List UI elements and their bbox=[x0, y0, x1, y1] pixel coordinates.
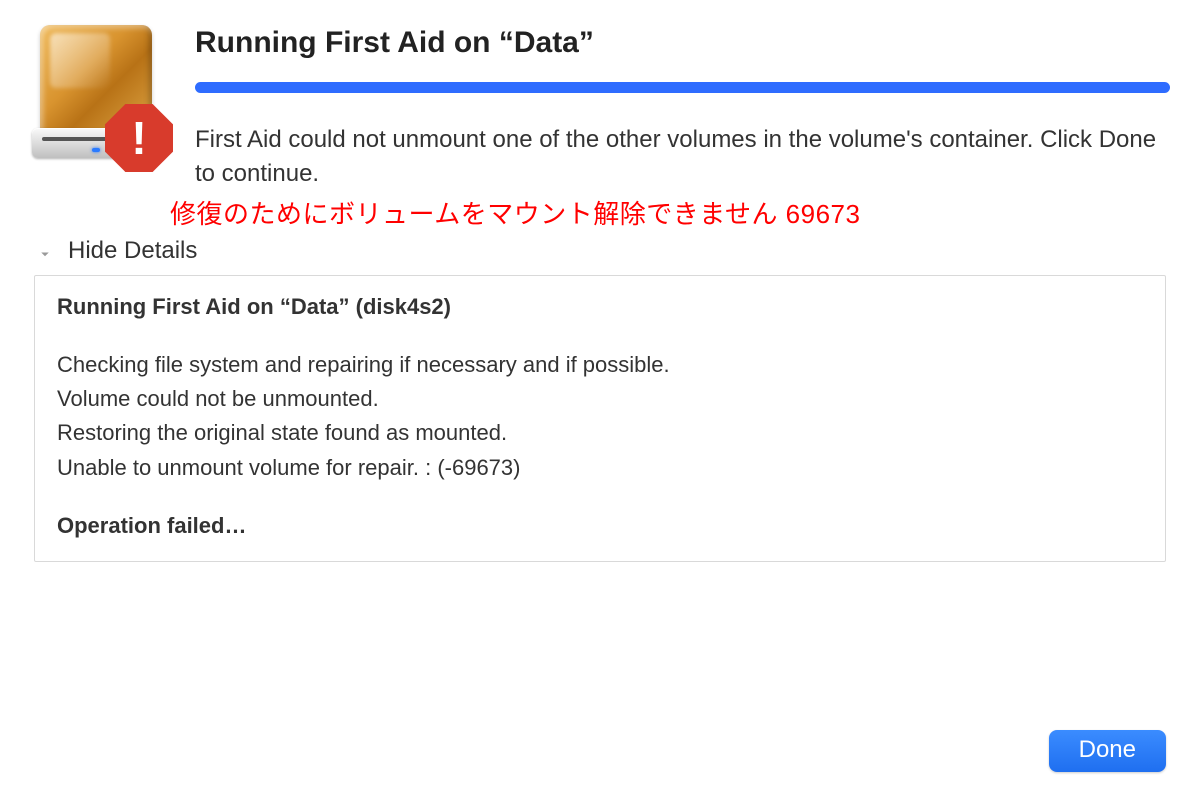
details-line: Checking file system and repairing if ne… bbox=[57, 348, 1143, 382]
details-heading: Running First Aid on “Data” (disk4s2) bbox=[57, 290, 1143, 324]
header-content: Running First Aid on “Data” First Aid co… bbox=[195, 20, 1170, 190]
details-toggle-label: Hide Details bbox=[68, 237, 197, 265]
header-row: ! Running First Aid on “Data” First Aid … bbox=[30, 20, 1170, 190]
alert-badge-icon: ! bbox=[105, 104, 173, 172]
details-line: Restoring the original state found as mo… bbox=[57, 416, 1143, 450]
annotation-text: 修復のためにボリュームをマウント解除できません 69673 bbox=[170, 194, 1170, 231]
button-row: Done bbox=[1049, 730, 1166, 772]
dialog-container: ! Running First Aid on “Data” First Aid … bbox=[0, 0, 1200, 582]
dialog-title: Running First Aid on “Data” bbox=[195, 26, 1170, 60]
hide-details-toggle[interactable]: Hide Details bbox=[36, 237, 197, 265]
done-button[interactable]: Done bbox=[1049, 730, 1166, 772]
details-result: Operation failed… bbox=[57, 509, 1143, 543]
details-line: Unable to unmount volume for repair. : (… bbox=[57, 451, 1143, 485]
details-panel: Running First Aid on “Data” (disk4s2) Ch… bbox=[34, 275, 1166, 562]
progress-bar bbox=[195, 82, 1170, 93]
dialog-message: First Aid could not unmount one of the o… bbox=[195, 123, 1170, 190]
details-line: Volume could not be unmounted. bbox=[57, 382, 1143, 416]
chevron-down-icon bbox=[36, 242, 54, 260]
external-disk-alert-icon: ! bbox=[30, 25, 165, 170]
progress-fill bbox=[195, 82, 1170, 93]
